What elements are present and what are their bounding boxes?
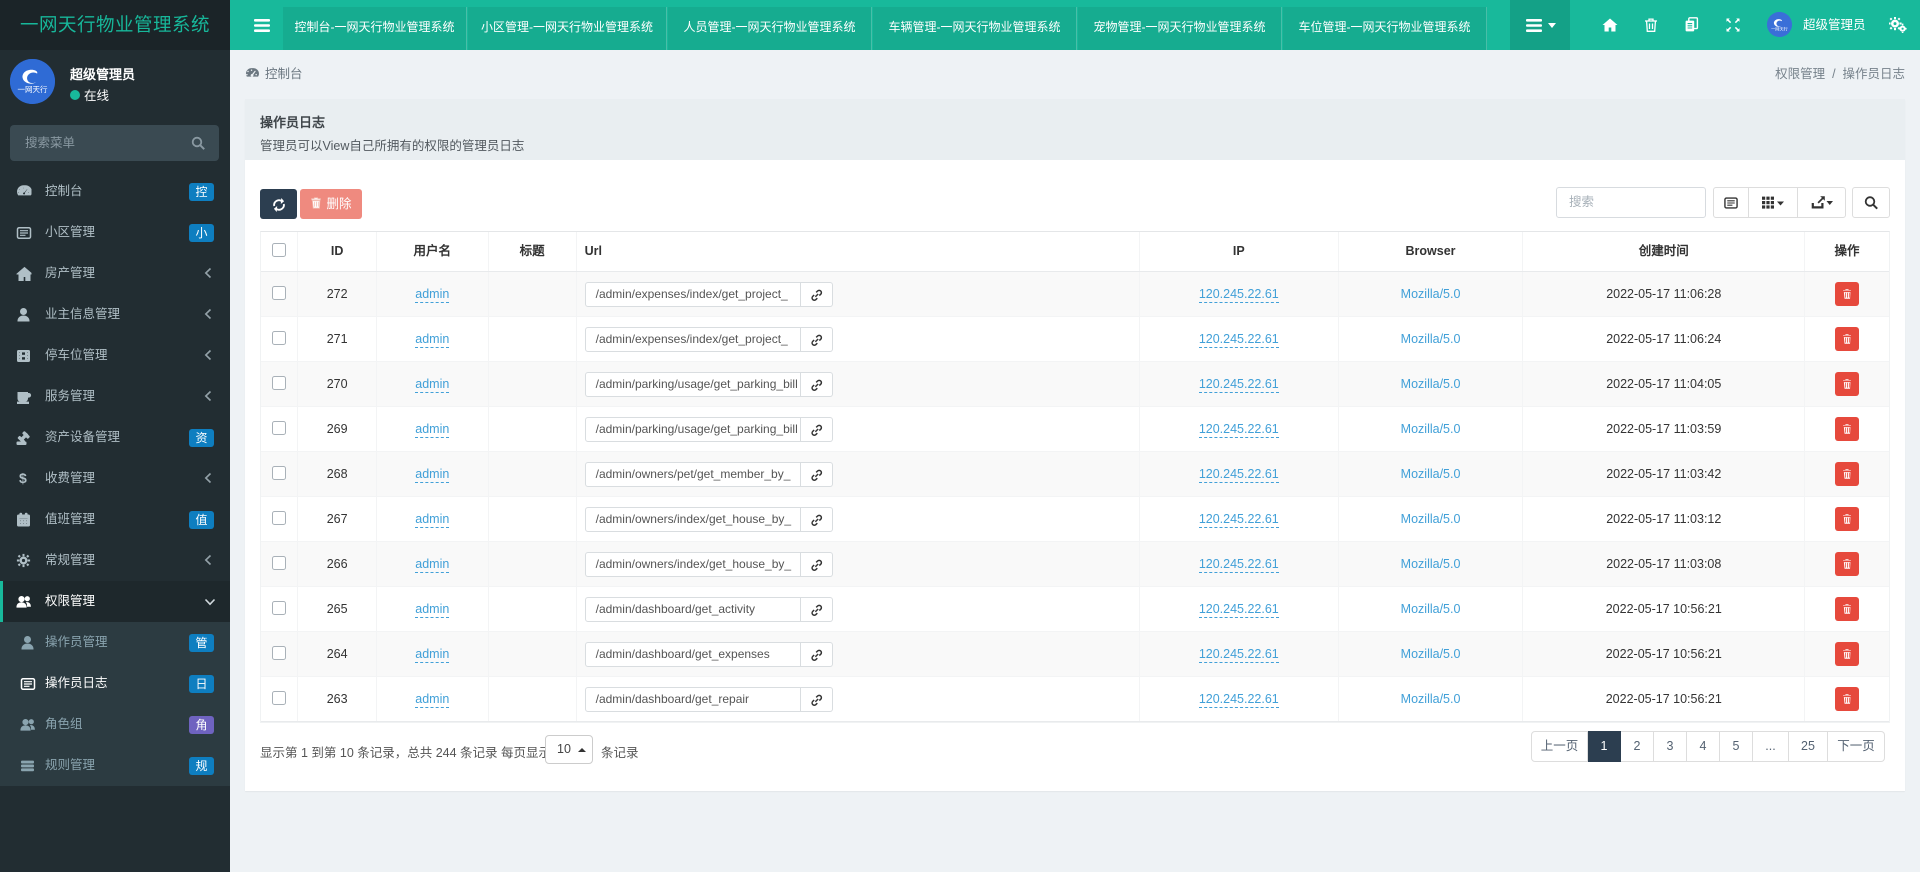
- svg-text:一网天行: 一网天行: [18, 84, 48, 94]
- svg-text:一网天行: 一网天行: [1771, 26, 1788, 33]
